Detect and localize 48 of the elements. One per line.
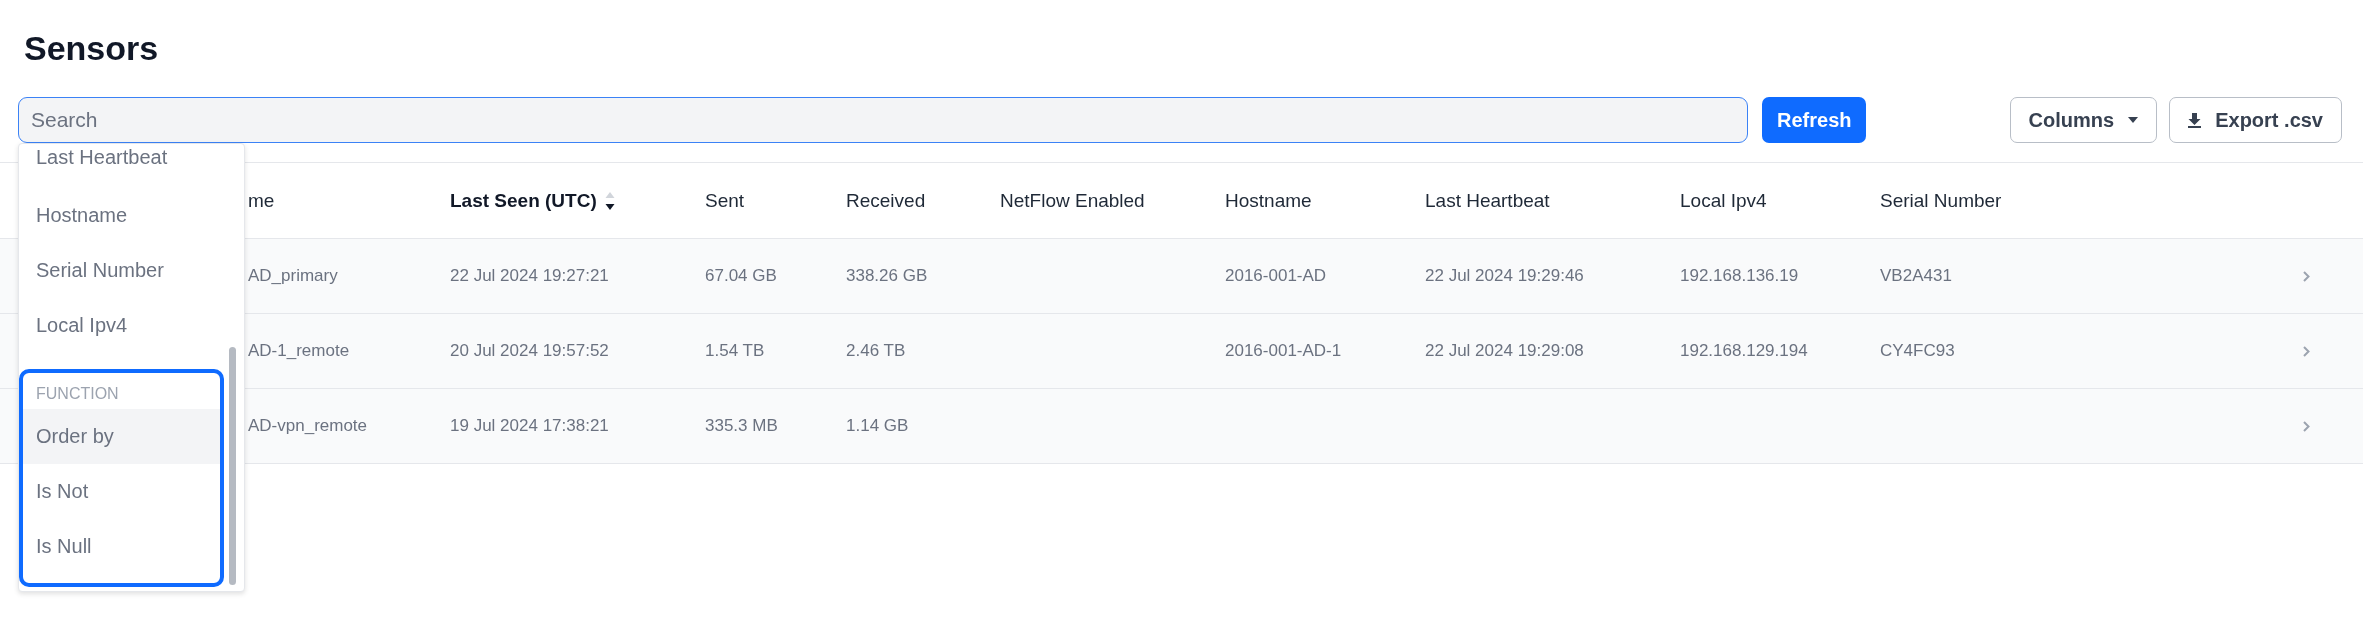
table-cell: 22 Jul 2024 19:29:08 (1425, 341, 1584, 361)
chevron-right-icon[interactable] (2303, 345, 2310, 357)
search-field[interactable]: Search (18, 97, 1748, 143)
table-cell: 22 Jul 2024 19:27:21 (450, 266, 609, 286)
columns-button[interactable]: Columns (2009, 97, 2158, 143)
menu-item[interactable]: Is Null (23, 519, 220, 574)
group-heading: FUNCTION (35, 384, 120, 404)
menu-item[interactable]: Serial Number (19, 243, 244, 298)
column-header[interactable]: Received (846, 189, 926, 212)
column-header[interactable]: Local Ipv4 (1680, 189, 1767, 212)
chevron-right-icon[interactable] (2303, 270, 2310, 282)
menu-item[interactable]: Last Heartbeat (19, 144, 244, 178)
table-cell: AD-1_remote (248, 341, 350, 361)
table-cell: 19 Jul 2024 17:38:21 (450, 416, 609, 436)
table-cell: CY4FC93 (1880, 341, 1955, 361)
column-header[interactable]: Sent (705, 189, 745, 212)
menu-item[interactable]: Order by (23, 409, 220, 464)
table-cell: 338.26 GB (846, 266, 928, 286)
table-cell: 20 Jul 2024 19:57:52 (450, 341, 609, 361)
column-header[interactable]: Last Heartbeat (1425, 189, 1550, 212)
table-cell: 335.3 MB (705, 416, 778, 436)
table-cell: 192.168.129.194 (1680, 341, 1808, 361)
caret-icon (2128, 117, 2139, 123)
table-cell: VB2A431 (1880, 266, 1952, 286)
column-header[interactable]: Hostname (1225, 189, 1312, 212)
menu-item[interactable]: Is Not (23, 464, 220, 519)
table-cell: AD-vpn_remote (248, 416, 368, 436)
table-cell: 1.54 TB (705, 341, 765, 361)
column-header[interactable]: me (248, 189, 275, 212)
page-title: Sensors (23, 28, 160, 68)
table-cell: 67.04 GB (705, 266, 777, 286)
export-button[interactable]: Export .csv (2169, 97, 2342, 143)
download-icon (2188, 112, 2202, 128)
column-header[interactable]: Serial Number (1880, 189, 2002, 212)
table-cell: 2016-001-AD (1225, 266, 1327, 286)
menu-item[interactable]: Local Ipv4 (19, 298, 244, 353)
table-cell: 22 Jul 2024 19:29:46 (1425, 266, 1584, 286)
table-cell: 1.14 GB (846, 416, 909, 436)
chevron-right-icon[interactable] (2303, 420, 2310, 432)
column-header[interactable]: Last Seen (UTC) (450, 189, 597, 212)
table-cell: 2.46 TB (846, 341, 906, 361)
table-cell: AD_primary (248, 266, 338, 286)
table-cell: 2016-001-AD-1 (1225, 341, 1342, 361)
menu-item[interactable]: Hostname (19, 188, 244, 243)
column-header[interactable]: NetFlow Enabled (1000, 189, 1145, 212)
scrollbar[interactable] (229, 347, 236, 585)
table-cell: 192.168.136.19 (1680, 266, 1799, 286)
refresh-button[interactable]: Refresh (1762, 97, 1867, 143)
